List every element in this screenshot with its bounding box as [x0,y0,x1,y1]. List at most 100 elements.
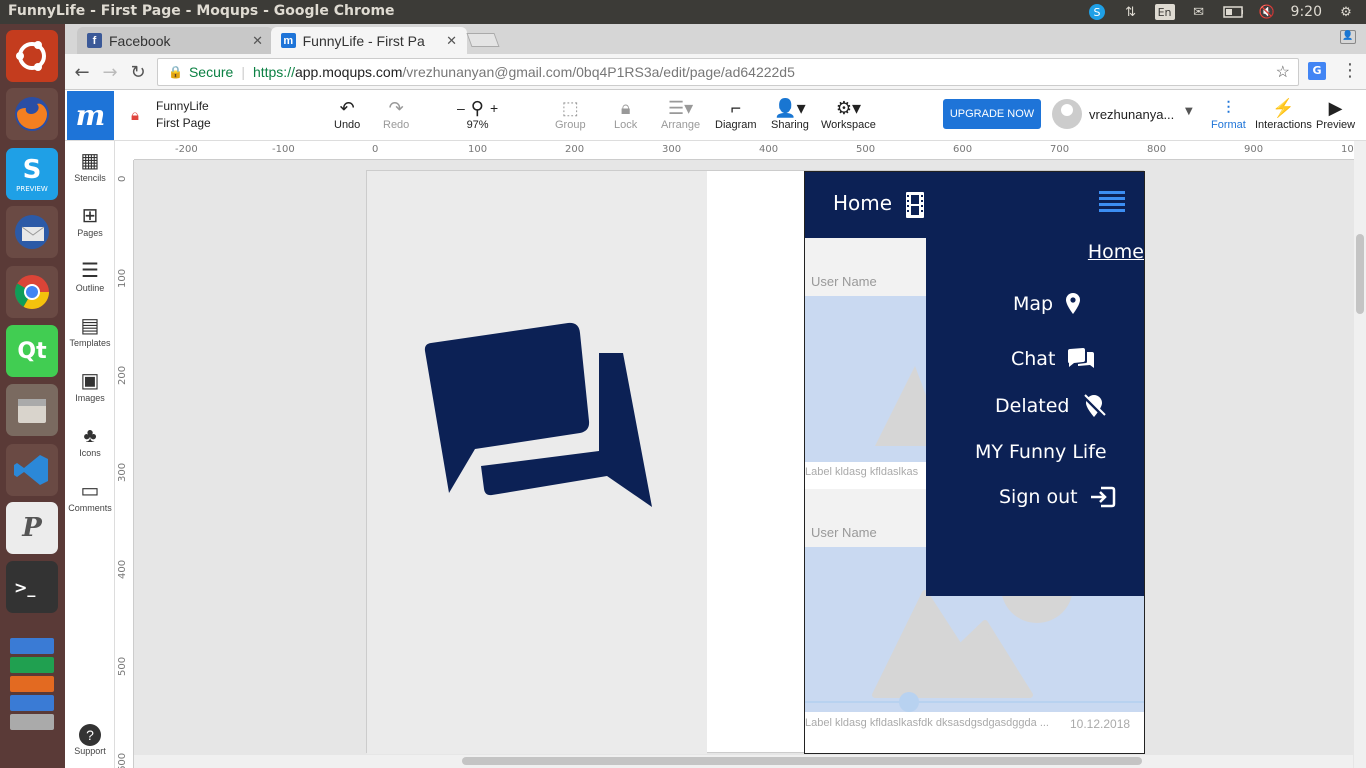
scrollbar-thumb[interactable] [462,757,1142,765]
back-icon[interactable]: ← [71,61,93,83]
chevron-down-icon[interactable]: ▼ [1185,106,1193,117]
interactions-button[interactable]: ⚡ Interactions [1255,97,1312,131]
volume-muted-icon[interactable]: 🔇 [1257,4,1277,20]
undo-button[interactable]: ↶ Undo [334,97,360,131]
skype-tray-icon[interactable]: S [1087,4,1107,20]
vertical-scrollbar[interactable] [1354,141,1366,768]
hamburger-menu-icon[interactable] [1099,191,1125,213]
scrollbar-thumb[interactable] [1356,234,1364,314]
zoom-level: 97% [466,119,489,131]
keyboard-layout-indicator[interactable]: En [1154,4,1175,20]
close-tab-icon[interactable]: ✕ [252,33,263,49]
username-field[interactable]: User Name [805,238,935,296]
skype-preview-icon[interactable]: S PREVIEW [6,148,58,200]
battery-icon[interactable] [1222,4,1243,20]
url-path: /vrezhunanyan@gmail.com/0bq4P1RS3a/edit/… [402,64,795,80]
tab-funnylife[interactable]: m FunnyLife - First Pa ✕ [271,27,467,54]
thunderbird-icon[interactable] [6,206,58,258]
redo-label: Redo [383,119,410,131]
sharing-icon: 👤▾ [774,98,806,118]
horizontal-scrollbar[interactable] [134,755,1353,768]
username-field[interactable]: User Name [805,489,935,547]
avatar[interactable] [1052,99,1082,129]
translate-extension-icon[interactable]: G [1308,62,1326,80]
profile-icon[interactable]: 👤 [1340,30,1356,44]
moqups-logo[interactable]: m [67,91,114,140]
tab-facebook[interactable]: f Facebook ✕ [77,27,273,54]
ubuntu-dash-icon[interactable] [6,30,58,82]
help-icon: ? [79,724,101,746]
reload-icon[interactable]: ↻ [127,61,149,83]
artboard[interactable]: Home User Name Label kldasg kfldaslkas U… [366,170,1145,754]
lock-icon: 🔒︎ [620,98,631,118]
bookmark-star-icon[interactable]: ☆ [1276,62,1290,82]
redo-button[interactable]: ↷ Redo [383,97,409,131]
ruler-label: 0 [117,175,128,182]
templates-button[interactable]: ▤ Templates [65,314,115,348]
splash-panel[interactable] [367,171,707,754]
diagram-icon: ⌐ [730,98,742,118]
vscode-icon[interactable] [6,444,58,496]
format-button[interactable]: ⫶ Format [1211,97,1246,131]
outline-button[interactable]: ☰ Outline [65,259,115,293]
pages-button[interactable]: ⊞ Pages [65,204,115,238]
terminal-icon[interactable]: >_ [6,561,58,613]
moqups-toolbar: m 🔒︎ FunnyLife First Page ↶ Undo ↷ Redo – ⚲… [65,91,1366,141]
network-icon[interactable]: ⇅ [1121,4,1141,20]
sign-out-icon [1090,486,1115,508]
separator: | [241,64,245,80]
group-button[interactable]: ⬚ Group [555,97,586,131]
stencils-button[interactable]: ▦ Stencils [65,149,115,183]
menu-item-sign-out[interactable]: Sign out [999,486,1116,508]
ruler-label: 600 [953,144,973,155]
pages-icon: ⊞ [81,205,99,227]
icons-button[interactable]: ♣ Icons [65,424,115,458]
workspace-button[interactable]: ⚙▾ Workspace [821,97,876,131]
qt-creator-icon[interactable]: Qt [6,325,58,377]
phpstorm-icon[interactable]: P [6,502,58,554]
header-title[interactable]: Home [833,191,892,215]
ruler-label: 300 [662,144,682,155]
comments-label: Comments [68,503,112,513]
project-info[interactable]: FunnyLife First Page [156,98,211,132]
menu-item-chat[interactable]: Chat [1011,348,1095,370]
clock[interactable]: 9:20 [1291,4,1322,20]
mobile-screen[interactable]: Home User Name Label kldasg kfldaslkas U… [804,171,1145,754]
upgrade-now-button[interactable]: UPGRADE NOW [943,99,1041,129]
new-tab-button[interactable] [466,33,500,47]
project-lock-icon[interactable]: 🔒︎ [131,106,139,124]
ruler-label: 100 [117,268,128,288]
menu-item-delated[interactable]: Delated [995,393,1107,419]
chrome-icon[interactable] [6,266,58,318]
comments-button[interactable]: ▭ Comments [65,479,115,513]
sharing-button[interactable]: 👤▾ Sharing [771,97,809,131]
format-label: Format [1211,119,1246,131]
address-bar[interactable]: 🔒 Secure | https:// app.moqups.com /vrez… [157,58,1299,86]
ruler-label: 500 [856,144,876,155]
user-name[interactable]: vrezhunanya... [1089,107,1174,122]
menu-item-map[interactable]: Map [1013,292,1081,316]
support-button[interactable]: ? Support [65,724,115,756]
libreoffice-stack-icon[interactable] [6,614,58,754]
menu-item-home[interactable]: Home [1088,241,1144,263]
close-tab-icon[interactable]: ✕ [446,33,457,49]
chrome-menu-icon[interactable]: ⋮ [1341,60,1359,81]
forward-icon[interactable]: → [99,61,121,83]
images-button[interactable]: ▣ Images [65,369,115,403]
zoom-in-button[interactable]: + [490,97,498,119]
files-icon[interactable] [6,384,58,436]
lock-button[interactable]: 🔒︎ Lock [614,97,637,131]
preview-button[interactable]: ▶ Preview [1316,97,1355,131]
zoom-control[interactable]: – ⚲ + 97% [457,97,498,131]
diagram-button[interactable]: ⌐ Diagram [715,97,757,131]
menu-item-my-funny-life[interactable]: MY Funny Life [975,441,1107,463]
tab-title: Facebook [109,32,171,49]
zoom-out-button[interactable]: – [457,97,465,119]
comments-icon: ▭ [80,480,100,502]
settings-gear-icon[interactable]: ⚙ [1336,4,1356,20]
firefox-icon[interactable] [6,88,58,140]
ruler-label: 600 [117,752,128,768]
mobile-header: Home [805,172,1144,238]
mail-icon[interactable]: ✉ [1189,4,1209,20]
arrange-button[interactable]: ☰▾ Arrange [661,97,700,131]
